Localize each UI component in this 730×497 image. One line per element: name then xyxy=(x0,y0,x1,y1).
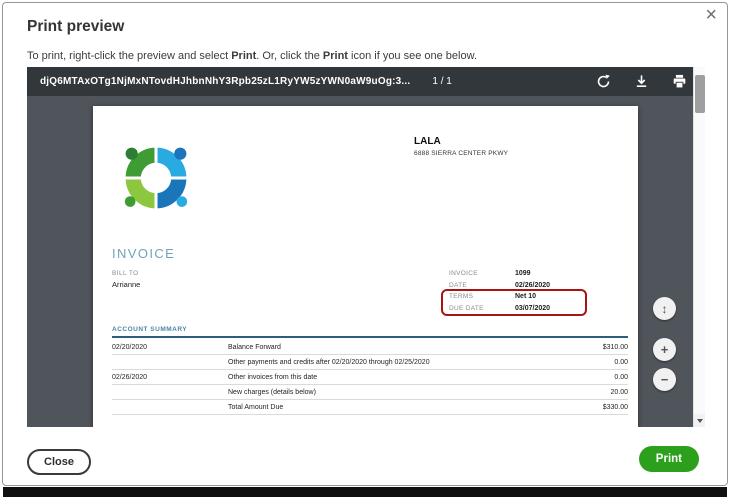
pdf-canvas: LALA 6888 SIERRA CENTER PKWY INVOICE BIL… xyxy=(27,96,693,427)
summary-row: Other payments and credits after 02/20/2… xyxy=(112,355,628,370)
close-icon[interactable]: × xyxy=(705,5,717,25)
instructions-text: To print, right-click the preview and se… xyxy=(27,50,232,62)
account-summary-table: 02/20/2020 Balance Forward $310.00 Other… xyxy=(112,340,628,415)
row-description: New charges (details below) xyxy=(228,389,316,396)
print-button[interactable]: Print xyxy=(638,446,699,472)
print-preview-dialog: × Print preview To print, right-click th… xyxy=(2,2,728,486)
bill-to-name: Arrianne xyxy=(112,280,141,289)
print-instructions: To print, right-click the preview and se… xyxy=(27,50,477,62)
row-description: Other payments and credits after 02/20/2… xyxy=(228,359,430,366)
row-amount: $310.00 xyxy=(602,344,628,351)
meta-value: 02/26/2020 xyxy=(515,281,551,289)
meta-label: DATE xyxy=(449,281,468,289)
scrollbar-thumb[interactable] xyxy=(695,75,705,113)
page-indicator: 1 / 1 xyxy=(432,76,452,87)
fit-to-page-button[interactable]: ↕ xyxy=(653,297,676,320)
instructions-text: icon if you see one below. xyxy=(347,50,477,62)
row-amount: 20.00 xyxy=(610,389,628,396)
row-date: 02/20/2020 xyxy=(112,344,148,351)
instructions-text: . Or, click the xyxy=(256,50,323,62)
pdf-toolbar: djQ6MTAxOTg1NjMxNTovdHJhbnNhY3Rpb25zL1Ry… xyxy=(27,67,693,96)
rotate-icon xyxy=(597,74,610,88)
download-icon xyxy=(636,75,647,87)
row-amount: $330.00 xyxy=(602,404,628,411)
company-address: 6888 SIERRA CENTER PKWY xyxy=(414,150,509,157)
meta-value: 1099 xyxy=(515,270,531,277)
zoom-in-button[interactable]: + xyxy=(653,338,676,361)
instructions-bold: Print xyxy=(322,50,348,62)
company-name: LALA xyxy=(414,136,441,147)
company-logo xyxy=(122,144,190,212)
row-amount: 0.00 xyxy=(614,374,628,381)
instructions-bold: Print xyxy=(231,50,257,62)
account-summary-heading: ACCOUNT SUMMARY xyxy=(112,326,188,333)
rotate-button[interactable] xyxy=(595,73,612,90)
row-amount: 0.00 xyxy=(614,359,628,366)
printer-icon xyxy=(673,74,686,89)
row-description: Other invoices from this date xyxy=(228,374,318,381)
scroll-down-arrow-icon[interactable] xyxy=(694,414,705,427)
invoice-title: INVOICE xyxy=(112,246,176,261)
row-description: Balance Forward xyxy=(228,344,281,351)
meta-label: INVOICE xyxy=(449,270,478,277)
pdf-viewer: djQ6MTAxOTg1NjMxNTovdHJhbnNhY3Rpb25zL1Ry… xyxy=(27,67,705,427)
summary-row: 02/20/2020 Balance Forward $310.00 xyxy=(112,340,628,355)
zoom-out-button[interactable]: − xyxy=(653,368,676,391)
invoice-meta-row: INVOICE 1099 xyxy=(449,270,629,277)
invoice-page: LALA 6888 SIERRA CENTER PKWY INVOICE BIL… xyxy=(93,106,638,427)
invoice-meta-row: DATE 02/26/2020 xyxy=(449,282,629,289)
viewer-scrollbar[interactable] xyxy=(693,67,705,427)
pdf-filename: djQ6MTAxOTg1NjMxNTovdHJhbnNhY3Rpb25zL1Ry… xyxy=(40,76,411,87)
row-date: 02/26/2020 xyxy=(112,374,148,381)
dialog-title: Print preview xyxy=(27,18,125,35)
summary-row: New charges (details below) 20.00 xyxy=(112,385,628,400)
summary-row: Total Amount Due $330.00 xyxy=(112,400,628,415)
row-description: Total Amount Due xyxy=(228,404,284,411)
download-button[interactable] xyxy=(633,73,650,90)
toolbar-actions xyxy=(595,73,693,90)
close-button[interactable]: Close xyxy=(27,449,91,475)
bill-to-label: BILL TO xyxy=(112,270,139,277)
background-bar xyxy=(3,487,727,497)
print-icon-button[interactable] xyxy=(671,73,688,90)
section-divider xyxy=(112,336,628,338)
summary-row: 02/26/2020 Other invoices from this date… xyxy=(112,370,628,385)
highlight-annotation xyxy=(441,289,587,316)
